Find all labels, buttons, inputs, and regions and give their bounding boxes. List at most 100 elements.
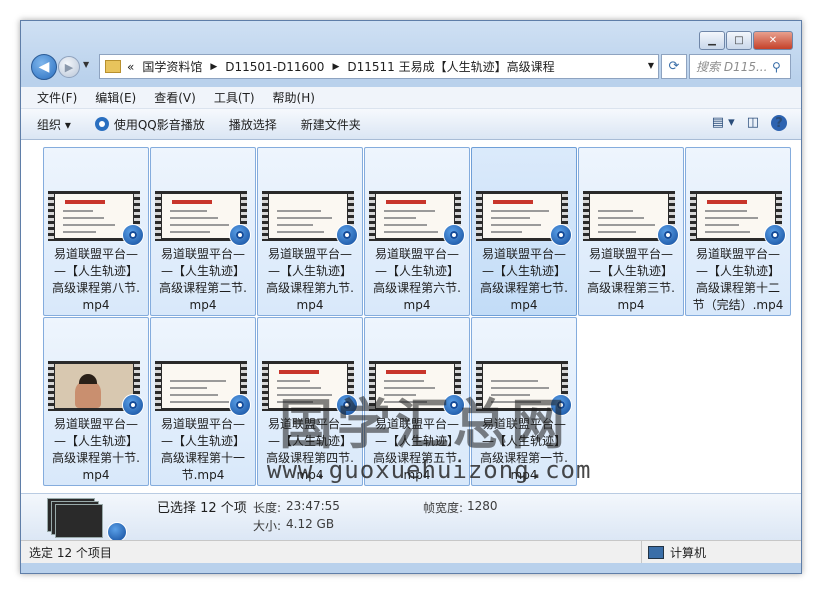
file-name-line: 节.mp4 [181,468,225,482]
organize-button[interactable]: 组织 ▾ [37,116,71,133]
back-button[interactable]: ◀ [31,54,57,80]
search-input[interactable]: 搜索 D115... [696,58,772,75]
forward-button[interactable]: ▶ [58,56,80,78]
file-name: 易道联盟平台— —【人生轨迹】 高级课程第九节. mp4 [260,246,360,314]
qq-player-icon [336,224,358,246]
menu-file[interactable]: 文件(F) [37,89,77,106]
file-name-line: —【人生轨迹】 [695,264,780,278]
file-name-line: —【人生轨迹】 [267,264,352,278]
recent-pages-dropdown[interactable]: ▼ [83,60,89,69]
minimize-button[interactable]: ▁ [699,31,725,50]
length-value: 23:47:55 [286,499,340,513]
status-zone-label: 计算机 [670,545,707,560]
file-name-line: —【人生轨迹】 [53,264,138,278]
qq-play-button[interactable]: 使用QQ影音播放 [94,116,205,133]
file-item[interactable]: 易道联盟平台— —【人生轨迹】 高级课程第三节. mp4 [578,147,684,316]
file-name-line: 易道联盟平台— [53,247,138,261]
close-button[interactable]: ✕ [753,31,793,50]
file-item[interactable]: 易道联盟平台— —【人生轨迹】 高级课程第八节. mp4 [43,147,149,316]
change-view-icon[interactable]: ▤ ▾ [712,115,735,131]
file-name-line: 高级课程第七节. [480,281,568,295]
maximize-button[interactable]: □ [726,31,752,50]
file-item[interactable]: 易道联盟平台— —【人生轨迹】 高级课程第九节. mp4 [257,147,363,316]
folder-icon [105,60,121,73]
file-item[interactable]: 易道联盟平台— —【人生轨迹】 高级课程第四节. mp4 [257,317,363,486]
file-name-line: 易道联盟平台— [374,247,459,261]
file-name-line: 易道联盟平台— [588,247,673,261]
file-name-line: —【人生轨迹】 [53,434,138,448]
file-item[interactable]: 易道联盟平台— —【人生轨迹】 高级课程第五节. mp4 [364,317,470,486]
file-item[interactable]: 易道联盟平台— —【人生轨迹】 高级课程第二节. mp4 [150,147,256,316]
qq-player-icon [657,224,679,246]
file-item[interactable]: 易道联盟平台— —【人生轨迹】 高级课程第一节. mp4 [471,317,577,486]
file-name: 易道联盟平台— —【人生轨迹】 高级课程第六节. mp4 [367,246,467,314]
file-name-line: —【人生轨迹】 [588,264,673,278]
file-name-line: 高级课程第八节. [52,281,140,295]
menu-bar: 文件(F) 编辑(E) 查看(V) 工具(T) 帮助(H) [21,87,801,109]
breadcrumb-item-3[interactable]: D11511 王易成【人生轨迹】高级课程 [347,58,554,75]
qq-player-icon [550,224,572,246]
menu-help[interactable]: 帮助(H) [273,89,315,106]
file-list-pane[interactable]: 易道联盟平台— —【人生轨迹】 高级课程第八节. mp4 易道联盟平台— —【人生轨迹】高… [21,140,801,493]
file-name: 易道联盟平台— —【人生轨迹】 高级课程第一节. mp4 [474,416,574,484]
address-dropdown-icon[interactable]: ▼ [648,61,654,70]
file-name-line: —【人生轨迹】 [267,434,352,448]
file-name-line: 易道联盟平台— [160,247,245,261]
file-item[interactable]: 易道联盟平台— —【人生轨迹】 高级课程第十一 节.mp4 [150,317,256,486]
length-label: 长度: [253,501,282,515]
file-name: 易道联盟平台— —【人生轨迹】 高级课程第五节. mp4 [367,416,467,484]
qq-play-label: 使用QQ影音播放 [113,117,205,132]
file-name-line: mp4 [403,468,431,482]
file-name: 易道联盟平台— —【人生轨迹】 高级课程第八节. mp4 [46,246,146,314]
file-name-line: —【人生轨迹】 [481,264,566,278]
selection-thumbnail-stack [47,498,127,542]
file-item[interactable]: 易道联盟平台— —【人生轨迹】 高级课程第七节. mp4 [471,147,577,316]
file-name-line: —【人生轨迹】 [374,434,459,448]
qq-player-icon [229,394,251,416]
navigation-bar: ◀ ▶ ▼ « 国学资料馆 ▶ D11501-D11600 ▶ D11511 王… [29,53,793,81]
new-folder-button[interactable]: 新建文件夹 [301,116,361,133]
play-selection-button[interactable]: 播放选择 [229,116,277,133]
file-item[interactable]: 易道联盟平台— —【人生轨迹】 高级课程第十节. mp4 [43,317,149,486]
breadcrumb-separator-icon[interactable]: ▶ [210,62,217,72]
help-icon[interactable]: ? [771,115,787,131]
file-name-line: 易道联盟平台— [53,417,138,431]
qq-player-icon [229,224,251,246]
frame-width-value: 1280 [467,499,498,513]
file-name-line: 易道联盟平台— [481,247,566,261]
file-name-line: 易道联盟平台— [374,417,459,431]
breadcrumb-overflow[interactable]: « [127,60,134,74]
file-name-line: 易道联盟平台— [267,417,352,431]
refresh-button[interactable]: ⟳ [661,54,687,79]
menu-tools[interactable]: 工具(T) [214,89,255,106]
selected-count: 已选择 12 个项 [157,501,247,516]
menu-edit[interactable]: 编辑(E) [95,89,136,106]
search-icon[interactable]: ⚲ [772,60,786,74]
search-box[interactable]: 搜索 D115... ⚲ [689,54,791,79]
file-name-line: 高级课程第二节. [159,281,247,295]
size-label: 大小: [253,519,282,533]
status-zone: 计算机 [641,541,706,563]
file-name: 易道联盟平台— —【人生轨迹】 高级课程第四节. mp4 [260,416,360,484]
file-name-line: mp4 [510,298,538,312]
preview-pane-icon[interactable]: ◫ [747,115,759,131]
qq-player-icon [764,224,786,246]
breadcrumb-separator-icon[interactable]: ▶ [332,62,339,72]
file-item[interactable]: 易道联盟平台— —【人生轨迹】 高级课程第十二 节（完结）.mp4 [685,147,791,316]
frame-width-label: 帧宽度: [423,501,464,515]
file-item[interactable]: 易道联盟平台— —【人生轨迹】 高级课程第六节. mp4 [364,147,470,316]
explorer-window: ▁ □ ✕ ◀ ▶ ▼ « 国学资料馆 ▶ D11501-D11600 ▶ D1… [20,20,802,574]
command-bar: 组织 ▾ 使用QQ影音播放 播放选择 新建文件夹 ▤ ▾ ◫ ? [21,109,801,140]
qq-player-icon [443,224,465,246]
breadcrumb-item-2[interactable]: D11501-D11600 [225,60,324,74]
file-name-line: mp4 [189,298,217,312]
qq-player-icon [336,394,358,416]
status-text: 选定 12 个项目 [29,545,112,560]
menu-view[interactable]: 查看(V) [154,89,196,106]
file-name-line: 易道联盟平台— [267,247,352,261]
file-name-line: 高级课程第十节. [52,451,140,465]
qq-player-icon [443,394,465,416]
breadcrumb-item-1[interactable]: 国学资料馆 [142,58,202,75]
file-name-line: mp4 [617,298,645,312]
address-bar[interactable]: « 国学资料馆 ▶ D11501-D11600 ▶ D11511 王易成【人生轨… [99,54,659,79]
